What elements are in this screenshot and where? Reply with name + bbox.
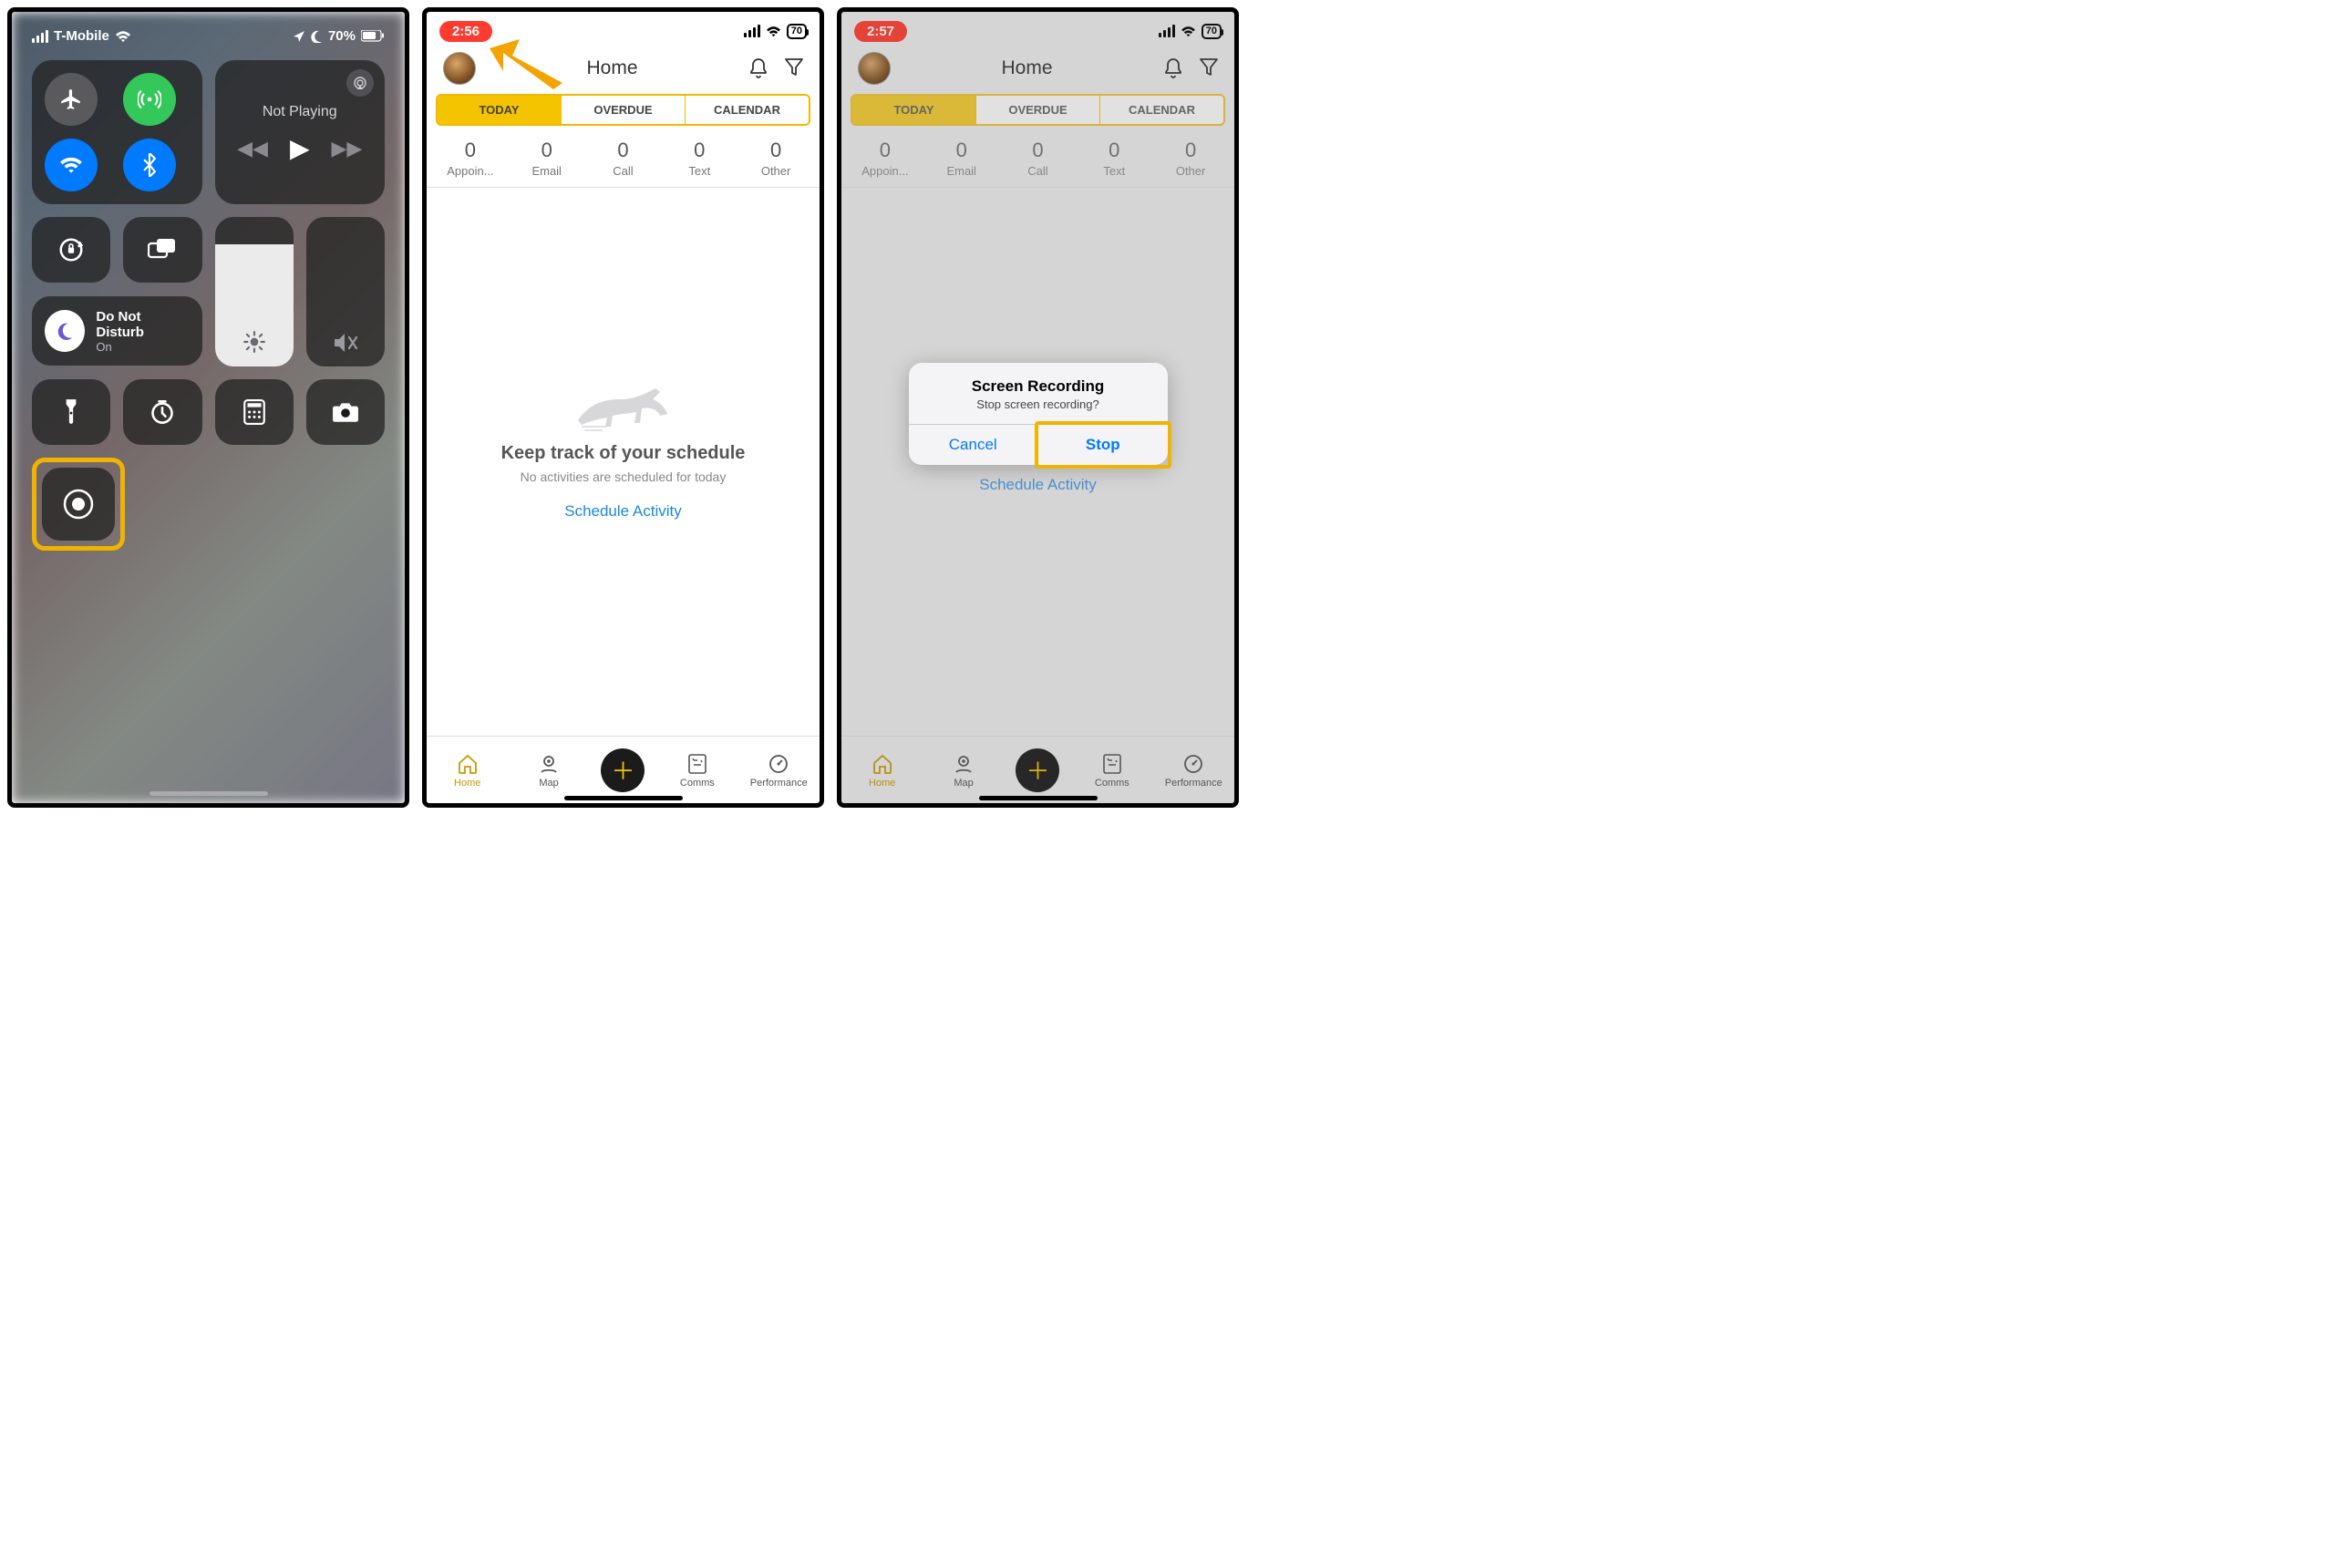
- calculator-button[interactable]: [215, 379, 294, 445]
- brightness-slider[interactable]: [215, 217, 294, 366]
- do-not-disturb-toggle[interactable]: Do Not Disturb On: [32, 296, 202, 366]
- highlight-annotation: Stop: [1035, 421, 1171, 469]
- dnd-title: Do Not Disturb: [96, 309, 189, 340]
- tab-home[interactable]: Home: [438, 752, 497, 789]
- cancel-button[interactable]: Cancel: [909, 425, 1039, 465]
- stat-text[interactable]: 0Text: [661, 139, 737, 178]
- empty-state: Keep track of your schedule No activitie…: [427, 379, 820, 521]
- battery-percent: 70%: [328, 28, 356, 44]
- alert-message: Stop screen recording?: [909, 397, 1168, 424]
- segmented-control: TODAY OVERDUE CALENDAR: [436, 94, 810, 126]
- app-home-panel: 2:56 70 Home TODAY OVERDUE CALENDAR 0App…: [422, 7, 824, 808]
- bluetooth-toggle[interactable]: [123, 139, 176, 191]
- tab-performance[interactable]: Performance: [749, 752, 808, 789]
- home-indicator[interactable]: [979, 796, 1098, 800]
- stat-appointments[interactable]: 0Appoin...: [432, 139, 509, 178]
- cheetah-icon: [569, 379, 678, 434]
- avatar[interactable]: [443, 52, 476, 85]
- forward-button[interactable]: ▶▶: [332, 137, 363, 160]
- app-stop-recording-panel: 2:57 70 Home TODAY OVERDUE CALENDAR 0App…: [837, 7, 1239, 808]
- moon-icon: [45, 310, 85, 352]
- screen-record-button[interactable]: [42, 468, 115, 541]
- signal-icon: [744, 25, 760, 37]
- tab-map[interactable]: Map: [520, 752, 578, 789]
- alert-title: Screen Recording: [909, 363, 1168, 397]
- schedule-activity-link[interactable]: Schedule Activity: [445, 502, 801, 521]
- play-button[interactable]: ▶: [290, 133, 310, 163]
- orientation-lock-toggle[interactable]: [32, 217, 110, 283]
- filter-icon[interactable]: [785, 57, 803, 77]
- moon-icon: [310, 30, 323, 43]
- highlight-annotation: [32, 458, 125, 551]
- add-button[interactable]: ＋: [601, 748, 645, 792]
- stat-email[interactable]: 0Email: [509, 139, 585, 178]
- recording-time-pill[interactable]: 2:56: [439, 21, 492, 42]
- stop-button[interactable]: Stop: [1038, 425, 1168, 465]
- bell-icon[interactable]: [748, 57, 768, 79]
- now-playing-label: Not Playing: [226, 104, 375, 120]
- status-bar: 2:56 70: [427, 12, 820, 45]
- airplay-icon[interactable]: [346, 69, 374, 97]
- carrier-label: T-Mobile: [54, 28, 109, 44]
- connectivity-card[interactable]: [32, 60, 202, 204]
- home-indicator[interactable]: [150, 791, 268, 796]
- screen-mirroring-button[interactable]: [123, 217, 201, 283]
- wifi-icon: [115, 30, 131, 43]
- tab-today[interactable]: TODAY: [438, 96, 562, 124]
- empty-subtext: No activities are scheduled for today: [445, 469, 801, 484]
- screen-recording-alert: Screen Recording Stop screen recording? …: [909, 363, 1168, 465]
- camera-button[interactable]: [306, 379, 385, 445]
- flashlight-button[interactable]: [32, 379, 110, 445]
- status-bar: T-Mobile 70%: [32, 28, 385, 44]
- dnd-state: On: [96, 340, 189, 354]
- battery-icon: 70: [787, 24, 807, 39]
- app-header: Home: [427, 45, 820, 94]
- mute-icon: [333, 332, 358, 354]
- page-title: Home: [586, 57, 637, 79]
- battery-icon: [361, 30, 385, 42]
- volume-slider[interactable]: [306, 217, 385, 366]
- media-card[interactable]: Not Playing ◀◀ ▶ ▶▶: [215, 60, 386, 204]
- wifi-toggle[interactable]: [45, 139, 98, 191]
- rewind-button[interactable]: ◀◀: [237, 137, 268, 160]
- tab-calendar[interactable]: CALENDAR: [686, 96, 809, 124]
- wifi-icon: [766, 26, 781, 37]
- empty-heading: Keep track of your schedule: [445, 443, 801, 464]
- location-icon: [294, 31, 304, 42]
- control-center-panel: T-Mobile 70% Not Playing ◀◀: [7, 7, 409, 808]
- stat-other[interactable]: 0Other: [737, 139, 814, 178]
- tab-overdue[interactable]: OVERDUE: [562, 96, 686, 124]
- stats-row: 0Appoin... 0Email 0Call 0Text 0Other: [427, 126, 820, 188]
- cellular-data-toggle[interactable]: [123, 73, 176, 126]
- brightness-icon: [242, 330, 266, 354]
- tab-bar: Home Map ＋ Comms Performance: [427, 736, 820, 803]
- airplane-mode-toggle[interactable]: [45, 73, 98, 126]
- stat-call[interactable]: 0Call: [585, 139, 662, 178]
- timer-button[interactable]: [123, 379, 201, 445]
- tab-comms[interactable]: Comms: [668, 752, 727, 789]
- home-indicator[interactable]: [564, 796, 683, 800]
- signal-icon: [32, 30, 48, 43]
